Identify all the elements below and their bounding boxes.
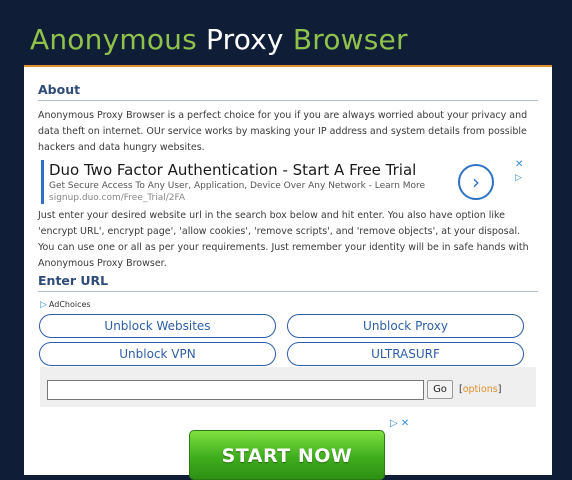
- ultrasurf-link[interactable]: ULTRASURF: [287, 342, 524, 366]
- url-form: Go [options]: [40, 367, 536, 407]
- ad-url[interactable]: signup.duo.com/Free_Trial/2FA: [49, 193, 185, 203]
- site-title-browser: Browser: [292, 23, 408, 56]
- adchoices-icon: ▷: [40, 300, 47, 310]
- unblock-vpn-link[interactable]: Unblock VPN: [39, 342, 276, 366]
- go-button[interactable]: Go: [427, 380, 453, 399]
- about-details-text: Just enter your desired website url in t…: [38, 210, 529, 269]
- url-input[interactable]: [47, 380, 424, 400]
- options-bracket-close: ]: [497, 384, 502, 395]
- options-label[interactable]: options: [463, 384, 498, 395]
- site-title-proxy: Proxy: [206, 23, 284, 56]
- sponsored-ad[interactable]: Duo Two Factor Authentication - Start A …: [41, 160, 535, 204]
- content-panel: About Anonymous Proxy Browser is a perfe…: [24, 65, 552, 480]
- enter-url-heading: Enter URL: [38, 273, 538, 292]
- unblock-proxy-link[interactable]: Unblock Proxy: [287, 314, 524, 338]
- site-title-anonymous: Anonymous: [30, 23, 197, 56]
- ad-arrow-icon[interactable]: ›: [458, 164, 494, 200]
- adchoices-link[interactable]: ▷ AdChoices: [40, 300, 91, 310]
- about-heading: About: [38, 82, 538, 101]
- ad-choices-icon[interactable]: ▷: [515, 173, 522, 183]
- ad-close-icon[interactable]: ✕: [515, 159, 523, 170]
- banner-ad-controls-icon[interactable]: ▷ ✕: [390, 418, 409, 429]
- start-now-button[interactable]: START NOW: [189, 430, 385, 480]
- adchoices-label: AdChoices: [48, 300, 91, 309]
- about-intro-text: Anonymous Proxy Browser is a perfect cho…: [38, 110, 528, 153]
- site-title: Anonymous Proxy Browser: [30, 22, 408, 58]
- ad-description: Get Secure Access To Any User, Applicati…: [49, 181, 426, 191]
- unblock-websites-link[interactable]: Unblock Websites: [39, 314, 276, 338]
- options-link[interactable]: [options]: [459, 384, 501, 395]
- ad-title[interactable]: Duo Two Factor Authentication - Start A …: [49, 161, 416, 179]
